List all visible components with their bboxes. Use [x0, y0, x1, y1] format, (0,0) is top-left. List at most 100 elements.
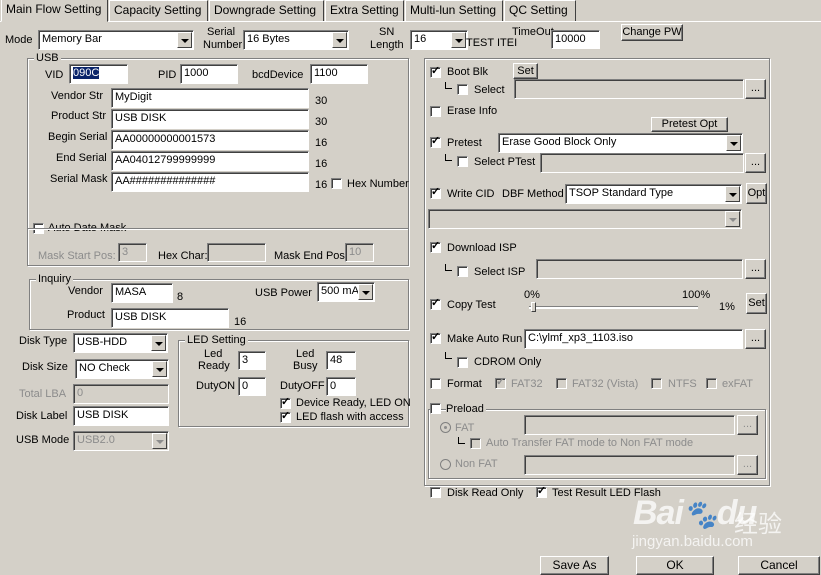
- mask-start-pos-input[interactable]: 3: [118, 243, 147, 262]
- preload-fat-browse-button[interactable]: ...: [737, 415, 758, 435]
- sn-length-select[interactable]: 16: [410, 30, 468, 50]
- tree-connector-icon: [445, 264, 452, 271]
- tree-connector-icon: [445, 154, 452, 161]
- ok-button[interactable]: OK: [636, 556, 714, 575]
- make-auto-run-checkbox[interactable]: [430, 331, 441, 344]
- format-checkbox[interactable]: [430, 378, 441, 389]
- usb-mode-select[interactable]: USB2.0: [73, 431, 169, 451]
- preload-fat-path-input[interactable]: [524, 415, 735, 435]
- boot-blk-set-button[interactable]: Set: [513, 63, 538, 79]
- copy-test-slider-thumb[interactable]: [530, 302, 536, 312]
- cancel-button[interactable]: Cancel: [738, 556, 820, 575]
- serial-number-label-top: Serial: [207, 26, 236, 38]
- vendor-str-input[interactable]: MyDigit: [111, 88, 309, 108]
- select-ptest-browse-button[interactable]: ...: [745, 153, 766, 173]
- preload-non-fat-path-input[interactable]: [524, 455, 735, 475]
- mode-select[interactable]: Memory Bar: [38, 30, 194, 50]
- tab-downgrade-setting[interactable]: Downgrade Setting: [209, 0, 324, 21]
- select-ptest-checkbox[interactable]: [457, 156, 468, 167]
- pid-input[interactable]: 1000: [180, 64, 238, 84]
- dbf-method-select[interactable]: TSOP Standard Type: [565, 184, 742, 204]
- copy-test-set-button[interactable]: Set: [746, 293, 767, 314]
- chevron-down-icon: [152, 433, 167, 449]
- tab-capacity-setting[interactable]: Capacity Setting: [109, 0, 208, 21]
- hex-char-input[interactable]: [207, 243, 266, 262]
- bcd-device-label: bcdDevice: [252, 69, 304, 81]
- change-pw-button[interactable]: Change PW: [621, 24, 683, 41]
- mask-start-pos-label: Mask Start Pos:: [38, 250, 116, 262]
- fat32-vista-checkbox[interactable]: [556, 378, 567, 389]
- select-isp-browse-button[interactable]: ...: [745, 259, 766, 279]
- copy-test-checkbox[interactable]: [430, 297, 441, 310]
- boot-blk-checkbox[interactable]: [430, 65, 441, 78]
- led-flash-checkbox[interactable]: [280, 410, 291, 423]
- boot-blk-select-checkbox[interactable]: [457, 84, 468, 95]
- led-ready-label-bottom: Ready: [198, 360, 230, 372]
- select-ptest-path-input[interactable]: [540, 153, 744, 173]
- disk-type-value: USB-HDD: [77, 336, 128, 348]
- pretest-checkbox[interactable]: [430, 135, 441, 148]
- device-ready-led-checkbox[interactable]: [280, 396, 291, 409]
- inquiry-product-label: Product: [67, 309, 105, 321]
- boot-blk-label: Boot Blk: [447, 66, 488, 78]
- paw-icon: 🐾: [682, 499, 718, 530]
- cid-secondary-select[interactable]: [428, 209, 742, 229]
- led-busy-input[interactable]: 48: [326, 351, 356, 370]
- inquiry-product-input[interactable]: USB DISK: [111, 308, 229, 328]
- auto-run-path-input[interactable]: C:\ylmf_xp3_1103.iso: [524, 329, 743, 349]
- begin-serial-input[interactable]: AA00000000001573: [111, 130, 309, 150]
- duty-on-input[interactable]: 0: [238, 377, 266, 396]
- duty-off-input[interactable]: 0: [326, 377, 356, 396]
- pretest-select[interactable]: Erase Good Block Only: [498, 133, 743, 153]
- preload-non-fat-browse-button[interactable]: ...: [737, 455, 758, 475]
- select-isp-checkbox[interactable]: [457, 266, 468, 277]
- pretest-value: Erase Good Block Only: [502, 136, 617, 148]
- select-isp-path-input[interactable]: [536, 259, 743, 279]
- erase-info-checkbox[interactable]: [430, 106, 441, 117]
- preload-checkbox[interactable]: [430, 403, 441, 414]
- tab-extra-setting[interactable]: Extra Setting: [325, 0, 404, 21]
- chevron-down-icon: [451, 32, 466, 48]
- boot-blk-browse-button[interactable]: ...: [745, 79, 766, 99]
- format-label: Format: [447, 378, 482, 390]
- serial-mask-input[interactable]: AA##############: [111, 172, 309, 192]
- timeout-input[interactable]: 10000: [551, 30, 600, 49]
- hex-number-checkbox[interactable]: [331, 178, 342, 189]
- cdrom-only-checkbox[interactable]: [457, 357, 468, 368]
- disk-label-input[interactable]: USB DISK: [73, 406, 169, 426]
- fat-radio[interactable]: [440, 422, 451, 433]
- bcd-device-input[interactable]: 1100: [310, 64, 368, 84]
- tab-multi-lun-setting[interactable]: Multi-lun Setting: [405, 0, 503, 21]
- led-ready-input[interactable]: 3: [238, 351, 266, 370]
- vid-input[interactable]: 090C: [69, 64, 128, 84]
- pretest-opt-button[interactable]: Pretest Opt: [651, 117, 728, 132]
- sn-length-value: 16: [414, 33, 427, 45]
- pid-label: PID: [158, 69, 177, 81]
- dbf-opt-button[interactable]: Opt: [746, 183, 767, 204]
- auto-run-browse-button[interactable]: ...: [745, 329, 766, 349]
- ntfs-checkbox[interactable]: [651, 378, 662, 389]
- auto-transfer-checkbox[interactable]: [470, 438, 481, 449]
- save-as-button[interactable]: Save As: [540, 556, 609, 575]
- erase-info-label: Erase Info: [447, 105, 498, 117]
- fat32-checkbox[interactable]: [495, 376, 506, 389]
- boot-blk-select-label: Select: [474, 84, 505, 96]
- total-lba-input[interactable]: 0: [73, 384, 169, 404]
- tab-qc-setting[interactable]: QC Setting: [504, 0, 576, 21]
- disk-size-select[interactable]: NO Check: [75, 359, 169, 379]
- end-serial-input[interactable]: AA04012799999999: [111, 151, 309, 171]
- serial-number-select[interactable]: 16 Bytes: [243, 30, 349, 50]
- usb-power-select[interactable]: 500 mA: [317, 282, 375, 302]
- boot-blk-path-input[interactable]: [514, 79, 744, 99]
- non-fat-radio[interactable]: [440, 459, 451, 470]
- inquiry-vendor-input[interactable]: MASA: [111, 283, 173, 303]
- write-cid-checkbox[interactable]: [430, 186, 441, 199]
- download-isp-checkbox[interactable]: [430, 240, 441, 253]
- test-result-led-checkbox[interactable]: [536, 485, 547, 498]
- disk-type-select[interactable]: USB-HDD: [73, 333, 168, 353]
- tab-main-flow-setting[interactable]: Main Flow Setting: [1, 0, 108, 22]
- disk-read-only-checkbox[interactable]: [430, 487, 441, 498]
- exfat-checkbox[interactable]: [706, 378, 717, 389]
- product-str-input[interactable]: USB DISK: [111, 109, 309, 129]
- mask-end-pos-input[interactable]: 10: [345, 243, 374, 262]
